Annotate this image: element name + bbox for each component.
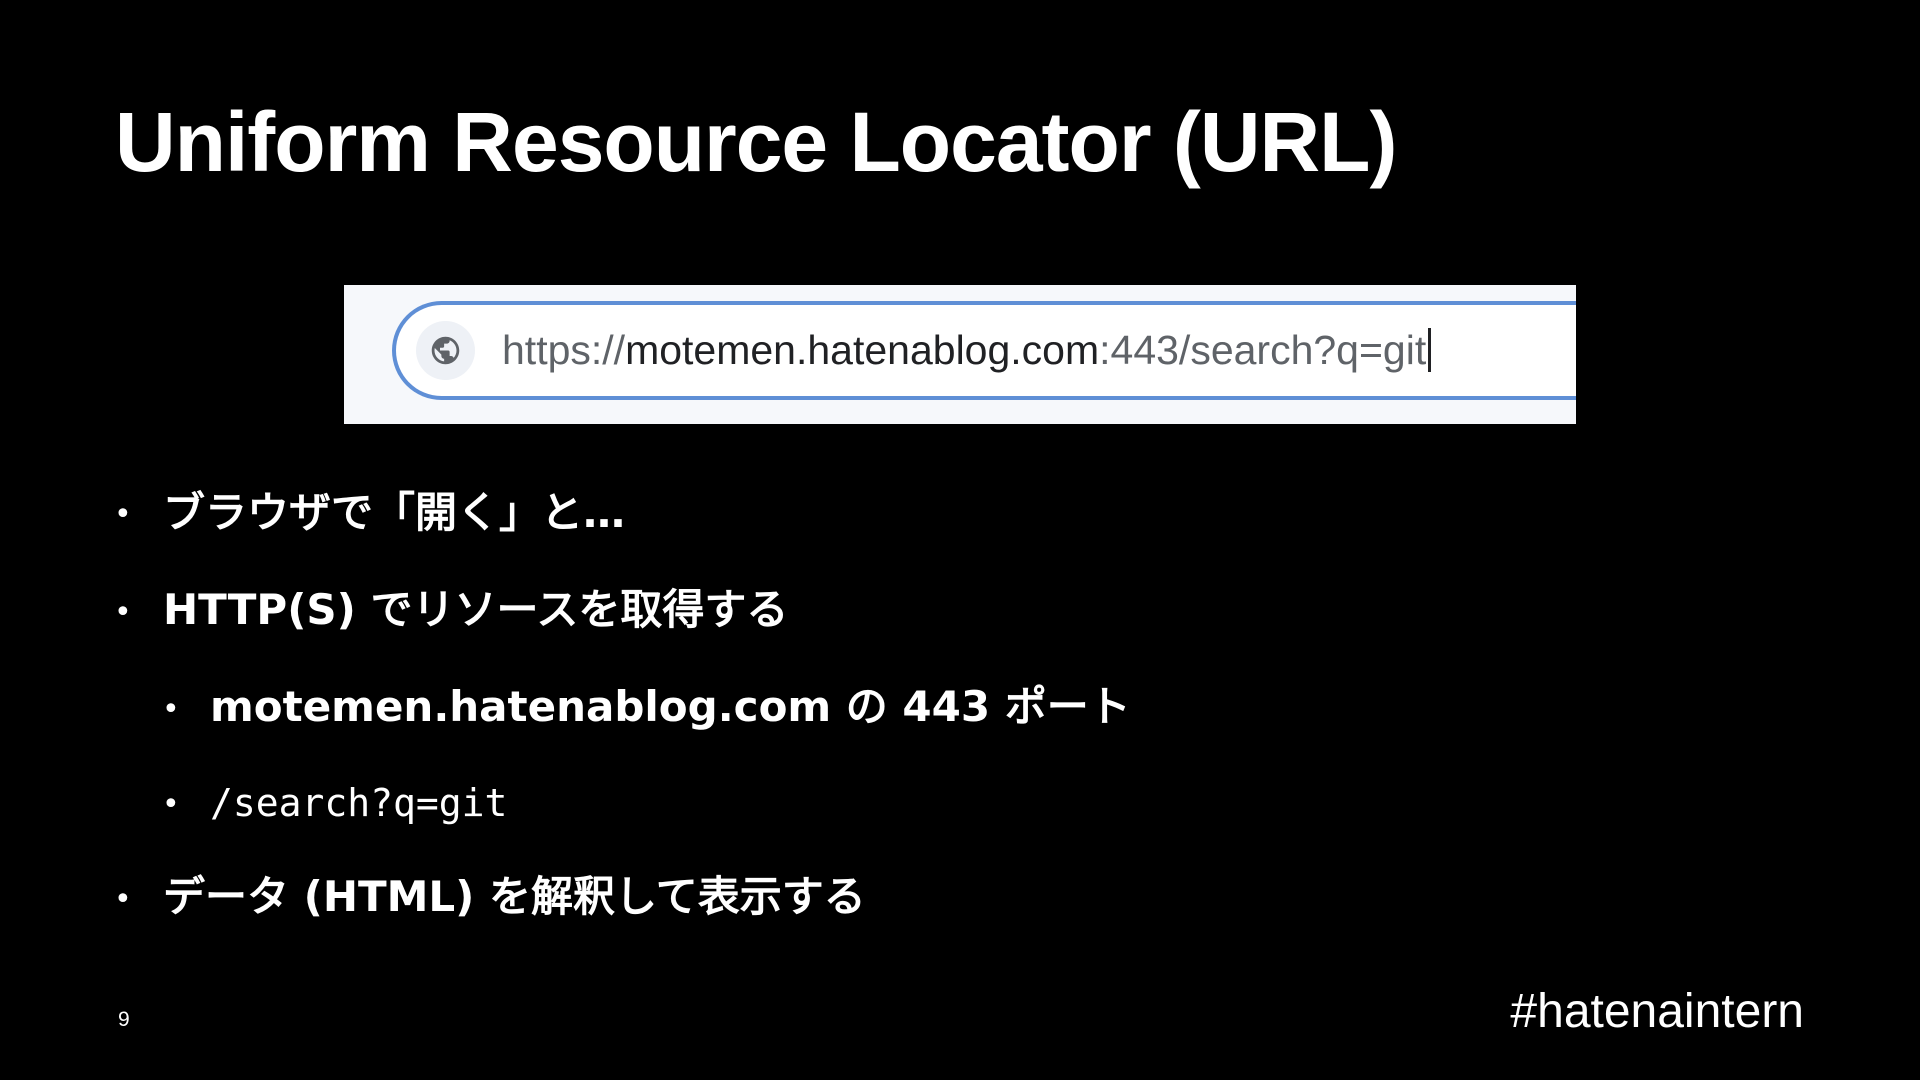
bullet-marker: • (114, 595, 132, 630)
bullet-item: ブラウザで「開く」と… (163, 488, 626, 537)
sub-bullet-marker: • (162, 692, 180, 727)
sub-bullet-item-code: /search?q=git (210, 781, 508, 825)
page-number: 9 (118, 1008, 130, 1031)
slide: Uniform Resource Locator (URL) https://m… (0, 0, 1920, 1080)
bullet-list: • ブラウザで「開く」と… • HTTP(S) でリソースを取得する • mot… (0, 0, 1920, 1080)
bullet-marker: • (114, 882, 132, 917)
bullet-item: HTTP(S) でリソースを取得する (163, 585, 789, 634)
bullet-item: データ (HTML) を解釈して表示する (163, 872, 866, 921)
sub-bullet-marker: • (162, 787, 180, 822)
sub-bullet-item: motemen.hatenablog.com の 443 ポート (210, 682, 1131, 731)
bullet-marker: • (114, 497, 132, 532)
hashtag: #hatenaintern (1510, 985, 1804, 1038)
